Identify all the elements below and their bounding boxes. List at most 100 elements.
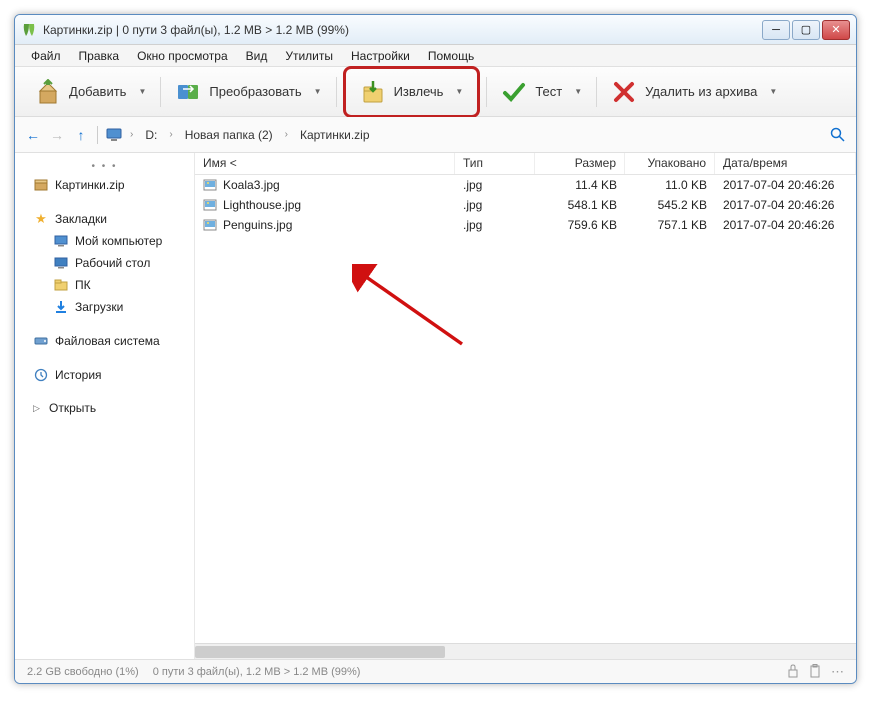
column-type[interactable]: Тип — [455, 153, 535, 174]
status-free-space: 2.2 GB свободно (1%) — [27, 666, 139, 678]
file-size: 548.1 KB — [535, 196, 625, 214]
convert-button[interactable]: Преобразовать ▼ — [167, 73, 329, 111]
add-label: Добавить — [69, 84, 126, 99]
menu-file[interactable]: Файл — [23, 47, 69, 65]
sidebar-history[interactable]: История — [15, 364, 194, 386]
maximize-button[interactable]: ▢ — [792, 20, 820, 40]
file-type: .jpg — [455, 216, 535, 234]
chevron-right-icon[interactable]: › — [130, 129, 133, 140]
separator — [336, 77, 337, 107]
file-pane: Имя < Тип Размер Упаковано Дата/время Ko… — [195, 153, 856, 659]
column-date[interactable]: Дата/время — [715, 153, 856, 174]
statusbar: 2.2 GB свободно (1%) 0 пути 3 файл(ы), 1… — [15, 659, 856, 683]
separator — [596, 77, 597, 107]
scrollbar-thumb[interactable] — [195, 646, 445, 658]
file-rows: Koala3.jpg .jpg 11.4 KB 11.0 KB 2017-07-… — [195, 175, 856, 643]
chevron-down-icon: ▼ — [138, 87, 146, 96]
extract-button[interactable]: Извлечь ▼ — [352, 73, 472, 111]
window-frame: Картинки.zip | 0 пути 3 файл(ы), 1.2 MB … — [14, 14, 857, 684]
clipboard-icon[interactable] — [809, 664, 821, 680]
sidebar-item-downloads[interactable]: Загрузки — [15, 296, 194, 318]
forward-button[interactable]: → — [49, 127, 65, 143]
toolbar: Добавить ▼ Преобразовать ▼ Извлечь ▼ — [15, 67, 856, 117]
sidebar-open[interactable]: ▷ Открыть — [15, 398, 194, 418]
sidebar-dots: • • • — [15, 159, 194, 174]
file-size: 11.4 KB — [535, 176, 625, 194]
window-controls: ─ ▢ ✕ — [760, 20, 850, 40]
add-button[interactable]: Добавить ▼ — [27, 73, 154, 111]
sidebar-bookmarks[interactable]: ★ Закладки — [15, 208, 194, 230]
menu-edit[interactable]: Правка — [71, 47, 128, 65]
file-row[interactable]: Koala3.jpg .jpg 11.4 KB 11.0 KB 2017-07-… — [195, 175, 856, 195]
add-icon — [35, 79, 61, 105]
chevron-right-icon[interactable]: › — [285, 129, 288, 140]
desktop-icon — [53, 255, 69, 271]
sidebar-item-label: ПК — [75, 278, 91, 292]
test-icon — [501, 79, 527, 105]
menubar: Файл Правка Окно просмотра Вид Утилиты Н… — [15, 45, 856, 67]
clock-icon — [33, 367, 49, 383]
file-size: 759.6 KB — [535, 216, 625, 234]
computer-icon[interactable] — [106, 128, 122, 142]
sidebar-filesystem[interactable]: Файловая система — [15, 330, 194, 352]
chevron-down-icon: ▼ — [314, 87, 322, 96]
path-segment[interactable]: D: — [141, 126, 161, 144]
minimize-button[interactable]: ─ — [762, 20, 790, 40]
separator — [486, 77, 487, 107]
menu-view[interactable]: Вид — [238, 47, 276, 65]
extract-label: Извлечь — [394, 84, 444, 99]
path-segment[interactable]: Новая папка (2) — [181, 126, 277, 144]
delete-button[interactable]: Удалить из архива ▼ — [603, 73, 785, 111]
file-name: Penguins.jpg — [223, 218, 292, 232]
menu-help[interactable]: Помощь — [420, 47, 482, 65]
sidebar-item-computer[interactable]: Мой компьютер — [15, 230, 194, 252]
back-button[interactable]: ← — [25, 127, 41, 143]
sidebar-item-label: Рабочий стол — [75, 256, 150, 270]
sidebar-item-pc[interactable]: ПК — [15, 274, 194, 296]
sidebar-item-label: Загрузки — [75, 300, 123, 314]
sidebar-item-label: Мой компьютер — [75, 234, 162, 248]
titlebar[interactable]: Картинки.zip | 0 пути 3 файл(ы), 1.2 MB … — [15, 15, 856, 45]
file-name: Koala3.jpg — [223, 178, 280, 192]
main-area: • • • Картинки.zip ★ Закладки Мой компью… — [15, 153, 856, 659]
chevron-down-icon: ▼ — [455, 87, 463, 96]
archive-icon — [33, 177, 49, 193]
delete-label: Удалить из архива — [645, 84, 757, 99]
extract-highlight: Извлечь ▼ — [343, 66, 481, 118]
file-packed: 757.1 KB — [625, 216, 715, 234]
convert-icon — [175, 79, 201, 105]
column-packed[interactable]: Упаковано — [625, 153, 715, 174]
column-headers: Имя < Тип Размер Упаковано Дата/время — [195, 153, 856, 175]
up-button[interactable]: ↑ — [73, 127, 89, 143]
column-size[interactable]: Размер — [535, 153, 625, 174]
test-button[interactable]: Тест ▼ — [493, 73, 590, 111]
sidebar-archive[interactable]: Картинки.zip — [15, 174, 194, 196]
triangle-right-icon: ▷ — [33, 403, 43, 414]
path-segment[interactable]: Картинки.zip — [296, 126, 374, 144]
file-type: .jpg — [455, 196, 535, 214]
sidebar: • • • Картинки.zip ★ Закладки Мой компью… — [15, 153, 195, 659]
horizontal-scrollbar[interactable] — [195, 643, 856, 659]
test-label: Тест — [535, 84, 562, 99]
separator — [160, 77, 161, 107]
file-row[interactable]: Lighthouse.jpg .jpg 548.1 KB 545.2 KB 20… — [195, 195, 856, 215]
search-icon[interactable] — [830, 127, 846, 143]
dots-icon[interactable]: ⋯ — [831, 664, 844, 680]
column-name[interactable]: Имя < — [195, 153, 455, 174]
close-button[interactable]: ✕ — [822, 20, 850, 40]
sidebar-archive-label: Картинки.zip — [55, 178, 125, 192]
chevron-right-icon[interactable]: › — [169, 129, 172, 140]
folder-icon — [53, 277, 69, 293]
lock-icon[interactable] — [787, 664, 799, 680]
file-date: 2017-07-04 20:46:26 — [715, 176, 856, 194]
extract-icon — [360, 79, 386, 105]
delete-icon — [611, 79, 637, 105]
status-selection: 0 пути 3 файл(ы), 1.2 MB > 1.2 MB (99%) — [153, 666, 361, 678]
menu-view-window[interactable]: Окно просмотра — [129, 47, 236, 65]
file-date: 2017-07-04 20:46:26 — [715, 216, 856, 234]
monitor-icon — [53, 233, 69, 249]
menu-utilities[interactable]: Утилиты — [277, 47, 341, 65]
sidebar-item-desktop[interactable]: Рабочий стол — [15, 252, 194, 274]
file-row[interactable]: Penguins.jpg .jpg 759.6 KB 757.1 KB 2017… — [195, 215, 856, 235]
menu-settings[interactable]: Настройки — [343, 47, 418, 65]
